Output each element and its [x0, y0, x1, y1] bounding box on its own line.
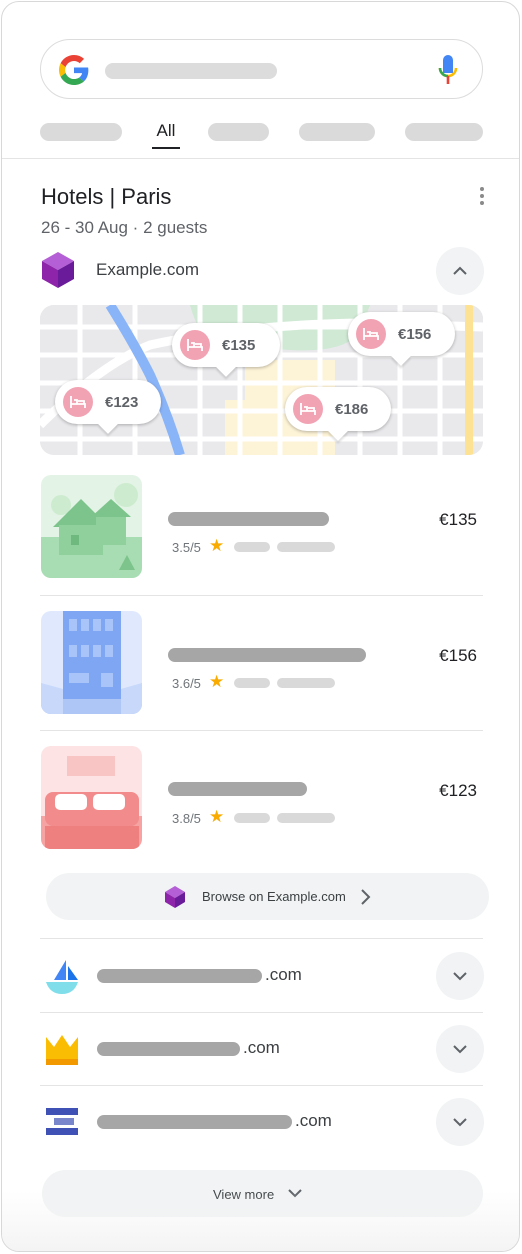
expand-button[interactable]: [436, 952, 484, 1000]
search-bar[interactable]: [40, 39, 483, 99]
provider-name-placeholder: [97, 1115, 292, 1129]
tab-all[interactable]: All: [152, 121, 180, 141]
meta-placeholder: [277, 542, 335, 552]
star-icon: ★: [209, 807, 225, 826]
stacked-bars-logo-icon: [46, 1108, 78, 1135]
row-divider: [40, 938, 483, 939]
meta-placeholder: [234, 813, 270, 823]
search-query-placeholder: [105, 63, 277, 79]
row-divider: [40, 1085, 483, 1086]
map-pin[interactable]: €186: [285, 387, 391, 441]
provider-name-placeholder: [97, 969, 262, 983]
microphone-icon[interactable]: [438, 54, 458, 86]
bottom-fade: [2, 1191, 519, 1251]
card-subtitle: 26 - 30 Aug · 2 guests: [41, 218, 208, 237]
hotel-thumbnail: [41, 475, 142, 578]
hotel-result[interactable]: 3.8/5 ★ €123: [40, 746, 483, 850]
star-icon: ★: [209, 536, 225, 555]
provider-row[interactable]: .com: [40, 1021, 484, 1077]
chevron-right-icon: [361, 889, 371, 905]
crown-logo-icon: [46, 1035, 78, 1065]
hotel-name-placeholder: [168, 648, 366, 662]
map-pin-price: €156: [398, 325, 432, 343]
browse-provider-button[interactable]: Browse on Example.com: [46, 873, 489, 920]
tab-placeholder[interactable]: [208, 123, 269, 141]
hotel-price: €135: [439, 510, 477, 529]
chevron-up-icon: [453, 266, 467, 275]
hotel-map[interactable]: €135 €156 €123 €186: [40, 305, 483, 455]
row-divider: [40, 730, 483, 731]
hotel-price: €156: [439, 646, 477, 665]
chevron-down-icon: [453, 1045, 467, 1054]
chevron-down-icon: [453, 972, 467, 981]
purple-cube-icon: [165, 886, 185, 908]
provider-domain: .com: [243, 1038, 280, 1057]
map-pin[interactable]: €135: [172, 323, 280, 377]
expand-button[interactable]: [436, 1025, 484, 1073]
hotel-price: €123: [439, 781, 477, 800]
hotel-result[interactable]: 3.6/5 ★ €156: [40, 611, 483, 715]
star-icon: ★: [209, 672, 225, 691]
provider-domain: .com: [295, 1111, 332, 1130]
hotel-result[interactable]: 3.5/5 ★ €135: [40, 475, 483, 579]
bed-icon: [293, 394, 323, 424]
bed-icon: [356, 319, 386, 349]
active-tab-indicator: [152, 147, 180, 149]
meta-placeholder: [277, 813, 335, 823]
more-options-icon[interactable]: [472, 185, 492, 207]
meta-placeholder: [277, 678, 335, 688]
hotel-name-placeholder: [168, 512, 329, 526]
purple-cube-icon: [42, 252, 74, 288]
provider-row[interactable]: .com: [40, 948, 484, 1004]
row-divider: [40, 1012, 483, 1013]
provider-name-placeholder: [97, 1042, 240, 1056]
map-pin-price: €186: [335, 400, 369, 418]
provider-domain: .com: [265, 965, 302, 984]
sailboat-logo-icon: [46, 960, 78, 994]
hotel-thumbnail: [41, 746, 142, 849]
map-pin-price: €123: [105, 393, 139, 411]
provider-name[interactable]: Example.com: [96, 260, 199, 280]
collapse-button[interactable]: [436, 247, 484, 295]
hotel-rating: 3.5/5: [172, 540, 201, 555]
provider-row[interactable]: .com: [40, 1094, 484, 1150]
hotel-rating: 3.8/5: [172, 811, 201, 826]
map-pin[interactable]: €156: [348, 312, 455, 366]
map-pin[interactable]: €123: [55, 380, 161, 434]
browse-button-label: Browse on Example.com: [202, 889, 346, 904]
hotel-rating: 3.6/5: [172, 676, 201, 691]
tab-placeholder[interactable]: [405, 123, 483, 141]
row-divider: [40, 595, 483, 596]
tab-placeholder[interactable]: [40, 123, 122, 141]
google-logo-icon: [59, 55, 89, 85]
hotel-thumbnail: [41, 611, 142, 714]
header-divider: [2, 158, 519, 159]
bed-icon: [63, 387, 93, 417]
expand-button[interactable]: [436, 1098, 484, 1146]
chevron-down-icon: [453, 1118, 467, 1127]
phone-frame: All Hotels | Paris 26 - 30 Aug · 2 guest…: [1, 1, 520, 1252]
tab-placeholder[interactable]: [299, 123, 375, 141]
card-title: Hotels | Paris: [41, 184, 172, 209]
meta-placeholder: [234, 542, 270, 552]
hotel-name-placeholder: [168, 782, 307, 796]
bed-icon: [180, 330, 210, 360]
map-pin-price: €135: [222, 336, 256, 354]
meta-placeholder: [234, 678, 270, 688]
